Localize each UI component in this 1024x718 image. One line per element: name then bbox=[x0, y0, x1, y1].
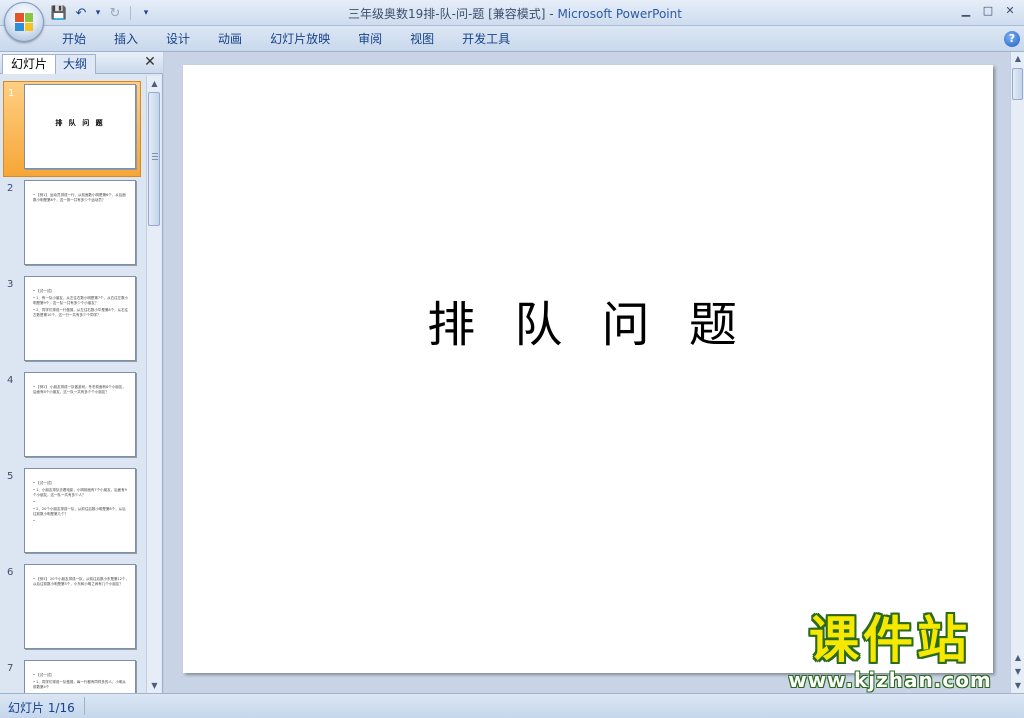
watermark-brand: 课件站 bbox=[809, 611, 971, 669]
thumb-line: • 【例1】 运动员排成一行，从前面数小明是第6个，从后面数小明是第8个，这一排… bbox=[33, 193, 126, 202]
slides-panel: 幻灯片 大纲 ✕ 1 排 队 问 题 2 • 【例1】 运动员排成一行，从前面数… bbox=[0, 52, 163, 693]
slide-preview: • 【例3】 20个小朋友排成一队，从前往后数小东是第12个，从后往前数小明是第… bbox=[24, 564, 136, 649]
thumb-line: • 【试一试】 bbox=[33, 289, 54, 293]
slide-number: 5 bbox=[7, 471, 14, 482]
status-separator bbox=[84, 697, 85, 715]
slide-number: 4 bbox=[7, 375, 14, 386]
thumb-line: • bbox=[33, 519, 36, 523]
thumb-text: • 【例2】 小朋友排成一队做游戏，冬冬前面有6个小朋友，后面有8个小朋友，这一… bbox=[33, 385, 129, 397]
slide-indicator: 幻灯片 1/16 bbox=[8, 701, 75, 715]
tab-view[interactable]: 视图 bbox=[396, 26, 448, 52]
save-icon[interactable]: 💾 bbox=[50, 4, 68, 22]
tab-home[interactable]: 开始 bbox=[48, 26, 100, 52]
thumb-text: • 【例1】 运动员排成一行，从前面数小明是第6个，从后面数小明是第8个，这一排… bbox=[33, 193, 129, 205]
watermark: 课件站 www.kjzhan.com bbox=[770, 612, 1010, 692]
window-controls: ▁ □ ✕ bbox=[956, 2, 1020, 18]
tab-review[interactable]: 审阅 bbox=[344, 26, 396, 52]
slide-preview: • 【试一试】 • 1、小朋友排队去看电影，小明前面有7个小朋友，后面有9个小朋… bbox=[24, 468, 136, 553]
panel-tabs: 幻灯片 大纲 ✕ bbox=[0, 52, 163, 74]
tab-developer[interactable]: 开发工具 bbox=[448, 26, 524, 52]
next-slide-icon[interactable]: ▼ bbox=[1011, 665, 1024, 679]
thumb-line: • 【例3】 20个小朋友排成一队，从前往后数小东是第12个，从后往前数小明是第… bbox=[33, 577, 129, 586]
editor-scrollbar[interactable]: ▲ ▲ ▼ ▼ bbox=[1010, 52, 1024, 693]
slide-preview: 排 队 问 题 bbox=[24, 84, 136, 169]
slide-number: 6 bbox=[7, 567, 14, 578]
thumb-line: • 【试一试】 bbox=[33, 481, 54, 485]
panel-close-icon[interactable]: ✕ bbox=[143, 55, 157, 69]
thumb-line: • 1、有一队小朋友，从左往右数小明是第7个，从右往左数小明是第9个，这一队一共… bbox=[33, 296, 129, 305]
slide-editor: 排 队 问 题 bbox=[164, 52, 1010, 693]
slide-number: 3 bbox=[7, 279, 14, 290]
close-button[interactable]: ✕ bbox=[1000, 2, 1020, 18]
watermark-url: www.kjzhan.com bbox=[788, 668, 992, 692]
ribbon-tabs: 开始 插入 设计 动画 幻灯片放映 审阅 视图 开发工具 bbox=[48, 26, 524, 52]
thumb-line: • 1、小朋友排队去看电影，小明前面有7个小朋友，后面有9个小朋友，这一队一共有… bbox=[33, 488, 127, 497]
tab-slides[interactable]: 幻灯片 bbox=[2, 54, 57, 74]
title-separator: - bbox=[545, 7, 558, 21]
thumb-line: • bbox=[33, 500, 36, 504]
slide-preview: • 【例2】 小朋友排成一队做游戏，冬冬前面有6个小朋友，后面有8个小朋友，这一… bbox=[24, 372, 136, 457]
maximize-button[interactable]: □ bbox=[978, 2, 998, 18]
slide-thumbnail-2[interactable]: 2 • 【例1】 运动员排成一行，从前面数小明是第6个，从后面数小明是第8个，这… bbox=[0, 177, 145, 273]
thumb-line: • 1、同学们排成一队做操，每一行都有同样多的人，小明从前数第4个 bbox=[33, 680, 126, 689]
tab-outline[interactable]: 大纲 bbox=[54, 54, 97, 74]
qat-separator bbox=[130, 6, 131, 20]
previous-slide-icon[interactable]: ▲ bbox=[1011, 651, 1024, 665]
tab-animations[interactable]: 动画 bbox=[204, 26, 256, 52]
slide-thumbnail-4[interactable]: 4 • 【例2】 小朋友排成一队做游戏，冬冬前面有6个小朋友，后面有8个小朋友，… bbox=[0, 369, 145, 465]
status-bar: 幻灯片 1/16 bbox=[0, 693, 1024, 718]
help-icon[interactable]: ? bbox=[1004, 31, 1020, 47]
slide-preview: • 【例1】 运动员排成一行，从前面数小明是第6个，从后面数小明是第8个，这一排… bbox=[24, 180, 136, 265]
tab-design[interactable]: 设计 bbox=[152, 26, 204, 52]
thumb-line: • 2、同学们排成一行做操，从左往右数小华是第8个，从右往左数是第10个，这一行… bbox=[33, 308, 129, 317]
slide-number: 2 bbox=[7, 183, 14, 194]
office-button[interactable] bbox=[4, 2, 44, 42]
slide-preview: • 【试一试】 • 1、有一队小朋友，从左往右数小明是第7个，从右往左数小明是第… bbox=[24, 276, 136, 361]
undo-dropdown-icon[interactable]: ▾ bbox=[94, 4, 102, 22]
minimize-button[interactable]: ▁ bbox=[956, 2, 976, 18]
scroll-down-icon[interactable]: ▼ bbox=[1011, 679, 1024, 693]
thumb-title: 排 队 问 题 bbox=[55, 119, 105, 127]
ribbon: 开始 插入 设计 动画 幻灯片放映 审阅 视图 开发工具 ? bbox=[0, 26, 1024, 52]
thumb-line: • 【例2】 小朋友排成一队做游戏，冬冬前面有6个小朋友，后面有8个小朋友，这一… bbox=[33, 385, 126, 394]
thumb-text: • 【试一试】 • 1、有一队小朋友，从左往右数小明是第7个，从右往左数小明是第… bbox=[33, 289, 129, 320]
scroll-thumb[interactable] bbox=[1012, 68, 1023, 100]
slide-preview: • 【试一试】 • 1、同学们排成一队做操，每一行都有同样多的人，小明从前数第4… bbox=[24, 660, 136, 693]
slide-number: 7 bbox=[7, 663, 14, 674]
slide-title[interactable]: 排 队 问 题 bbox=[183, 285, 993, 355]
quick-access-toolbar: 💾 ↶ ▾ ↻ ▾ bbox=[50, 3, 155, 23]
slide-thumbnail-3[interactable]: 3 • 【试一试】 • 1、有一队小朋友，从左往右数小明是第7个，从右往左数小明… bbox=[0, 273, 145, 369]
redo-icon[interactable]: ↻ bbox=[106, 4, 124, 22]
title-bar: 💾 ↶ ▾ ↻ ▾ 三年级奥数19排-队-问-题 [兼容模式] - Micros… bbox=[0, 0, 1024, 26]
thumb-text: • 【例3】 20个小朋友排成一队，从前往后数小东是第12个，从后往前数小明是第… bbox=[33, 577, 129, 589]
scroll-up-icon[interactable]: ▲ bbox=[1011, 52, 1024, 66]
slide-thumbnail-6[interactable]: 6 • 【例3】 20个小朋友排成一队，从前往后数小东是第12个，从后往前数小明… bbox=[0, 561, 145, 657]
slide-thumbnail-7[interactable]: 7 • 【试一试】 • 1、同学们排成一队做操，每一行都有同样多的人，小明从前数… bbox=[0, 657, 145, 693]
thumb-line: • 2、20个小朋友排成一队，从前往后数小明是第8个，从后往前数小明是第几个？ bbox=[33, 507, 126, 516]
app-name: Microsoft PowerPoint bbox=[557, 7, 682, 21]
window-title: 三年级奥数19排-队-问-题 [兼容模式] - Microsoft PowerP… bbox=[250, 5, 780, 22]
tab-slide-show[interactable]: 幻灯片放映 bbox=[256, 26, 344, 52]
thumb-text: • 【试一试】 • 1、小朋友排队去看电影，小明前面有7个小朋友，后面有9个小朋… bbox=[33, 481, 129, 526]
current-slide[interactable]: 排 队 问 题 bbox=[183, 65, 993, 673]
slide-thumbnails: 1 排 队 问 题 2 • 【例1】 运动员排成一行，从前面数小明是第6个，从后… bbox=[0, 76, 145, 693]
document-title: 三年级奥数19排-队-问-题 [兼容模式] bbox=[348, 7, 546, 21]
tab-insert[interactable]: 插入 bbox=[100, 26, 152, 52]
thumb-line: • 【试一试】 bbox=[33, 673, 54, 677]
slide-thumbnail-1[interactable]: 1 排 队 问 题 bbox=[3, 81, 141, 177]
thumbnails-scrollbar[interactable]: ▲ ▼ bbox=[146, 76, 161, 693]
customize-qat-icon[interactable]: ▾ bbox=[137, 4, 155, 22]
slide-number: 1 bbox=[8, 88, 15, 99]
scroll-down-icon[interactable]: ▼ bbox=[147, 678, 162, 693]
undo-icon[interactable]: ↶ bbox=[72, 4, 90, 22]
slide-thumbnail-5[interactable]: 5 • 【试一试】 • 1、小朋友排队去看电影，小明前面有7个小朋友，后面有9个… bbox=[0, 465, 145, 561]
scroll-up-icon[interactable]: ▲ bbox=[147, 76, 162, 91]
thumb-text: • 【试一试】 • 1、同学们排成一队做操，每一行都有同样多的人，小明从前数第4… bbox=[33, 673, 129, 692]
office-logo-icon bbox=[15, 13, 33, 31]
scroll-thumb[interactable] bbox=[148, 92, 160, 226]
